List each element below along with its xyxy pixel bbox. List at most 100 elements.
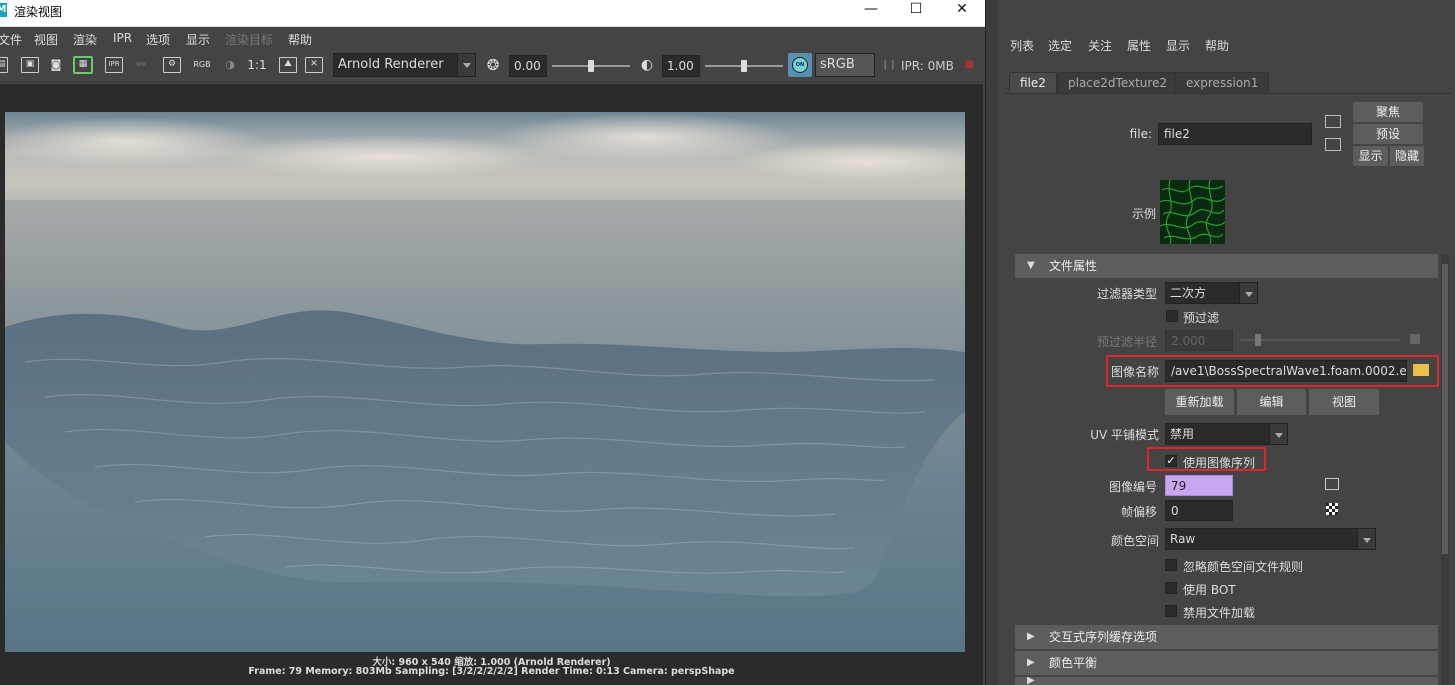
input-connection-icon[interactable]: [1325, 115, 1341, 128]
uv-tiling-mode-dropdown[interactable]: 禁用: [1165, 423, 1288, 445]
remove-image-icon[interactable]: ✕: [305, 57, 323, 73]
tab-place2dtexture2[interactable]: place2dTexture2: [1057, 72, 1179, 93]
refresh-ipr-icon[interactable]: IPR: [105, 57, 123, 73]
frame-offset-label: 帧偏移: [1120, 505, 1157, 519]
file-name-field[interactable]: file2: [1158, 123, 1312, 145]
disable-file-load-checkbox[interactable]: [1165, 605, 1177, 617]
close-button[interactable]: ✕: [939, 0, 985, 20]
menu-help[interactable]: 帮助: [288, 31, 312, 48]
stop-ipr-icon: ⚯: [136, 58, 146, 71]
render-info-line-2: Frame: 79 Memory: 803Mb Sampling: [3/2/2…: [248, 666, 735, 677]
uv-tiling-mode-label: UV 平铺模式: [1090, 428, 1159, 442]
edit-button[interactable]: 编辑: [1237, 389, 1306, 415]
frame-offset-field[interactable]: 0: [1165, 500, 1233, 521]
scrollbar-thumb[interactable]: [1442, 264, 1448, 554]
map-button-icon[interactable]: [1326, 503, 1338, 515]
real-size-icon[interactable]: 1:1: [246, 57, 268, 73]
gamma-slider-handle[interactable]: [741, 60, 747, 72]
alpha-channel-icon[interactable]: ◑: [221, 57, 239, 73]
maximize-button[interactable]: ☐: [893, 0, 939, 20]
pause-icon[interactable]: ❙❙: [880, 57, 898, 73]
tab-file2[interactable]: file2: [1009, 72, 1057, 93]
use-bot-label: 使用 BOT: [1183, 583, 1236, 597]
filter-type-value: 二次方: [1170, 286, 1207, 300]
menu-options[interactable]: 选项: [146, 31, 170, 48]
menu-ipr[interactable]: IPR: [113, 31, 132, 45]
pre-filter-checkbox[interactable]: [1166, 310, 1178, 322]
reload-button[interactable]: 重新加载: [1165, 389, 1234, 415]
pre-filter-label: 预过滤: [1183, 311, 1220, 325]
ignore-color-space-rules-checkbox[interactable]: [1165, 559, 1177, 571]
chevron-down-icon: [457, 54, 475, 76]
file-label: file:: [1129, 127, 1152, 141]
keep-image-icon[interactable]: ⛰: [279, 57, 297, 73]
tab-expression1[interactable]: expression1: [1175, 72, 1270, 93]
disable-file-load-label: 禁用文件加载: [1183, 606, 1256, 620]
redo-render-icon[interactable]: ▤: [0, 57, 8, 73]
gamma-field[interactable]: 1.00: [662, 55, 700, 77]
title-bar: M 渲染视图 — ☐ ✕: [0, 0, 985, 27]
view-transform-toggle[interactable]: ON: [788, 53, 812, 77]
filter-type-label: 过滤器类型: [1096, 287, 1157, 301]
exposure-icon: ❂: [486, 56, 500, 74]
presets-button[interactable]: 预设: [1353, 124, 1423, 144]
pre-filter-radius-slider: [1240, 339, 1400, 341]
on-icon: ON: [792, 57, 808, 73]
focus-button[interactable]: 聚焦: [1353, 102, 1423, 122]
image-name-highlight: [1106, 355, 1439, 387]
render-view-window: M 渲染视图 — ☐ ✕ 文件 视图 渲染 IPR 选项 显示 渲染目标 帮助 …: [0, 0, 985, 685]
render-region-icon[interactable]: ▣: [21, 57, 39, 73]
texture-swatch[interactable]: [1160, 180, 1225, 244]
ae-menu-focus[interactable]: 关注: [1088, 37, 1112, 54]
input-connection-icon[interactable]: [1325, 478, 1339, 490]
section-color-balance[interactable]: ▶ 颜色平衡: [1015, 651, 1438, 675]
exposure-field[interactable]: 0.00: [509, 55, 547, 77]
section-interactive-cache[interactable]: ▶ 交互式序列缓存选项: [1015, 625, 1438, 649]
color-space-attr-value: Raw: [1170, 532, 1196, 546]
renderer-dropdown[interactable]: Arnold Renderer: [333, 53, 476, 77]
window-divider[interactable]: [985, 0, 998, 685]
view-button[interactable]: 视图: [1309, 389, 1379, 415]
sample-label: 示例: [1131, 207, 1156, 221]
image-number-label: 图像编号: [1108, 480, 1157, 494]
ae-menu-list[interactable]: 列表: [1010, 37, 1034, 54]
snapshot-icon[interactable]: ◙: [47, 57, 65, 73]
use-bot-checkbox[interactable]: [1165, 582, 1177, 594]
image-number-field[interactable]: 79: [1165, 475, 1233, 496]
ae-menu-help[interactable]: 帮助: [1205, 37, 1229, 54]
show-button[interactable]: 显示: [1353, 146, 1388, 166]
render-view-toolbar: ▤ ▣ ◙ ▦ IPR ⚯ ⚙ RGB ◑ 1:1 ⛰ ✕ Arnold Ren…: [0, 49, 985, 83]
ipr-render-icon[interactable]: ▦: [73, 56, 93, 74]
collapsed-triangle-icon: ▶: [1027, 631, 1035, 642]
section-file-attributes-label: 文件属性: [1049, 259, 1098, 273]
color-space-value: sRGB gar: [820, 57, 855, 72]
menu-view[interactable]: 视图: [34, 31, 58, 48]
ae-menu-attributes[interactable]: 属性: [1127, 37, 1151, 54]
ae-menu-show[interactable]: 显示: [1166, 37, 1190, 54]
output-connection-icon[interactable]: [1325, 138, 1341, 151]
ocean-render-svg: [5, 112, 965, 652]
stop-render-icon[interactable]: ■: [960, 57, 978, 73]
map-button-icon: [1410, 334, 1420, 344]
maya-app-icon: M: [0, 3, 7, 17]
section-file-attributes[interactable]: ▼ 文件属性: [1015, 254, 1438, 278]
exposure-slider-handle[interactable]: [588, 60, 594, 72]
hide-button[interactable]: 隐藏: [1390, 146, 1424, 166]
rgb-channels-icon[interactable]: RGB: [193, 57, 211, 73]
menu-file[interactable]: 文件: [0, 31, 22, 48]
attribute-scrollbar[interactable]: [1441, 254, 1449, 685]
render-settings-icon[interactable]: ⚙: [163, 57, 181, 73]
color-space-dropdown[interactable]: sRGB gar: [815, 53, 875, 77]
minimize-button[interactable]: —: [848, 0, 894, 20]
ae-menu-selected[interactable]: 选定: [1048, 37, 1072, 54]
pre-filter-radius-field: 2.000: [1165, 330, 1233, 351]
menu-render[interactable]: 渲染: [73, 31, 97, 48]
render-viewport[interactable]: 大小: 960 x 540 缩放: 1.000 (Arnold Renderer…: [0, 84, 983, 685]
color-space-attr-dropdown[interactable]: Raw: [1165, 528, 1376, 550]
window-title: 渲染视图: [14, 5, 63, 19]
expanded-triangle-icon: ▼: [1027, 260, 1035, 271]
filter-type-dropdown[interactable]: 二次方: [1165, 282, 1258, 304]
collapsed-triangle-icon: ▶: [1027, 677, 1035, 685]
menu-display[interactable]: 显示: [186, 31, 210, 48]
section-next-partial[interactable]: ▶: [1015, 677, 1438, 685]
